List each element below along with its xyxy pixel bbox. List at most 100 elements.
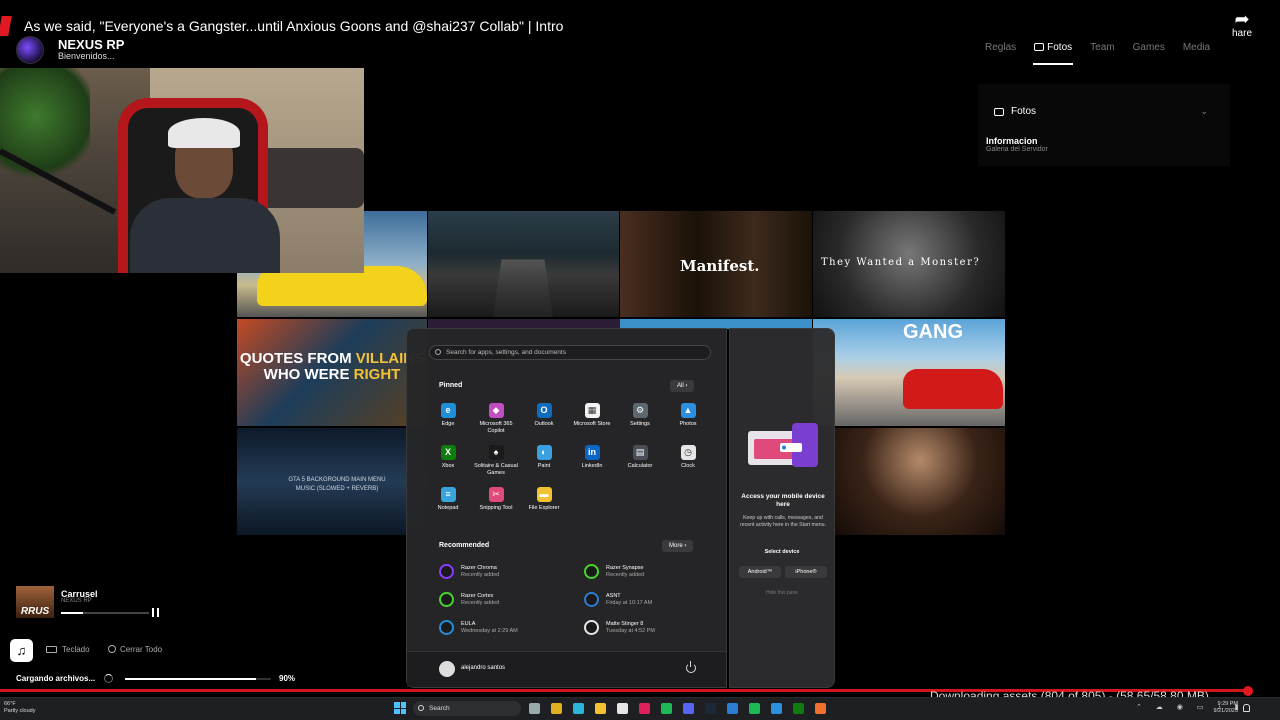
tab-media[interactable]: Media bbox=[1174, 36, 1219, 59]
gallery-thumbnail[interactable] bbox=[835, 428, 1005, 535]
recommended-item-name: Razer Cortex bbox=[461, 593, 494, 599]
edge-icon: e bbox=[440, 403, 456, 418]
pinned-app[interactable]: ≡ Notepad bbox=[424, 487, 472, 512]
car-image bbox=[903, 369, 1003, 409]
album-art: RRUS bbox=[16, 586, 54, 618]
close-all-button[interactable]: Cerrar Todo bbox=[108, 645, 162, 654]
avatar[interactable] bbox=[439, 661, 455, 677]
pinned-app-label: Settings bbox=[630, 421, 650, 427]
tab-games[interactable]: Games bbox=[1124, 36, 1174, 59]
pinned-app-label: Microsoft 365 Copilot bbox=[479, 421, 513, 434]
recommended-item-time: Friday at 10:17 AM bbox=[606, 600, 653, 606]
pinned-app[interactable]: O Outlook bbox=[520, 403, 568, 428]
xbox-icon[interactable] bbox=[793, 703, 804, 714]
gallery-thumbnail[interactable]: GANG bbox=[813, 319, 1005, 426]
gallery-thumbnail[interactable]: They Wanted a Monster? bbox=[813, 211, 1005, 317]
gallery-dropdown[interactable]: Fotos bbox=[994, 106, 1036, 117]
phone-link-panel: Access your mobile device here Keep up w… bbox=[729, 328, 835, 688]
spotify-icon[interactable] bbox=[661, 703, 672, 714]
start-search-input[interactable]: Search for apps, settings, and documents bbox=[429, 345, 711, 360]
gallery-thumbnail[interactable]: QUOTES FROM VILLAINS WHO WERE RIGHT bbox=[237, 319, 427, 426]
task-view-icon[interactable] bbox=[529, 703, 540, 714]
pinned-app[interactable]: ◐ Paint bbox=[520, 445, 568, 470]
pinned-app[interactable]: X Xbox bbox=[424, 445, 472, 470]
clock[interactable]: 9:29 PM 9/21/2025 bbox=[1208, 701, 1238, 715]
pinned-app[interactable]: ♠ Solitaire & Casual Games bbox=[472, 445, 520, 477]
pinned-app-label: Calculator bbox=[627, 463, 653, 469]
pinned-app[interactable]: ▤ Calculator bbox=[616, 445, 664, 470]
pause-icon[interactable] bbox=[152, 608, 159, 617]
recommended-item-text: Razer Synapse Recently added bbox=[606, 565, 644, 578]
power-icon[interactable] bbox=[686, 661, 696, 673]
linkedin-icon: in bbox=[584, 445, 600, 460]
pinned-app[interactable]: in LinkedIn bbox=[568, 445, 616, 470]
gallery-thumbnail[interactable] bbox=[428, 211, 619, 317]
tab-team[interactable]: Team bbox=[1081, 36, 1123, 59]
pinned-app[interactable]: ◆ Microsoft 365 Copilot bbox=[472, 403, 520, 435]
gallery-thumbnail[interactable]: Manifest. bbox=[620, 211, 812, 317]
webcam-plant bbox=[0, 68, 90, 188]
chrome-icon[interactable] bbox=[551, 703, 562, 714]
store-icon[interactable] bbox=[617, 703, 628, 714]
share-button[interactable]: ➦ hare bbox=[1222, 10, 1262, 39]
keyboard-button[interactable]: Teclado bbox=[46, 645, 90, 654]
photo-icon bbox=[1034, 43, 1045, 51]
all-apps-button[interactable]: All › bbox=[670, 380, 695, 392]
recommended-item-time: Recently added bbox=[461, 600, 500, 606]
thumbnail-caption: Manifest. bbox=[680, 257, 760, 275]
clock-icon: ◷ bbox=[680, 445, 696, 460]
steam-icon[interactable] bbox=[705, 703, 716, 714]
pinned-app[interactable]: ▲ Photos bbox=[664, 403, 712, 428]
hide-pane-link[interactable]: Hide this pane bbox=[730, 590, 834, 596]
mail-icon[interactable] bbox=[727, 703, 738, 714]
recommended-item[interactable]: Razer Synapse Recently added bbox=[584, 564, 644, 579]
spinner-icon bbox=[104, 674, 113, 683]
store-icon: ▦ bbox=[584, 403, 600, 418]
discord-icon[interactable] bbox=[683, 703, 694, 714]
pinned-app[interactable]: ✂ Snipping Tool bbox=[472, 487, 520, 512]
chevron-down-icon[interactable]: ⌄ bbox=[1200, 106, 1208, 117]
folder-icon: ▬ bbox=[536, 487, 552, 502]
user-name[interactable]: alejandro santos bbox=[461, 665, 505, 671]
bell-icon[interactable] bbox=[1243, 704, 1250, 712]
pinned-app-label: Edge bbox=[441, 421, 455, 427]
tab-reglas[interactable]: Reglas bbox=[976, 36, 1025, 59]
recommended-item[interactable]: EULA Wednesday at 2:29 AM bbox=[439, 620, 518, 635]
recommended-item[interactable]: ASNT Friday at 10:17 AM bbox=[584, 592, 652, 607]
recommended-item-text: ASNT Friday at 10:17 AM bbox=[606, 593, 652, 606]
photos-icon[interactable] bbox=[771, 703, 782, 714]
windows-start-icon[interactable] bbox=[394, 702, 406, 714]
taskbar-search[interactable]: Search bbox=[413, 701, 521, 716]
track-progress[interactable] bbox=[61, 612, 149, 614]
razer-chroma-icon bbox=[439, 564, 454, 579]
server-logo bbox=[16, 36, 44, 64]
youtube-logo bbox=[0, 16, 12, 36]
pinned-app-label: Microsoft Store bbox=[573, 421, 611, 427]
gallery-thumbnail[interactable]: GTA 5 BACKGROUND MAIN MENU MUSIC (SLOWED… bbox=[237, 428, 427, 535]
track-progress-fill bbox=[61, 612, 83, 614]
pinned-app[interactable]: e Edge bbox=[424, 403, 472, 428]
tiktok-icon[interactable] bbox=[639, 703, 650, 714]
iphone-button[interactable]: iPhone® bbox=[785, 566, 827, 578]
spotify-icon[interactable] bbox=[749, 703, 760, 714]
pinned-app[interactable]: ▦ Microsoft Store bbox=[568, 403, 616, 428]
recommended-item[interactable]: Razer Chroma Recently added bbox=[439, 564, 499, 579]
road-image bbox=[493, 259, 553, 317]
weather-widget[interactable]: 66°F Partly cloudy bbox=[4, 701, 36, 715]
pinned-app[interactable]: ⚙ Settings bbox=[616, 403, 664, 428]
pinned-app[interactable]: ◷ Clock bbox=[664, 445, 712, 470]
app-icon[interactable] bbox=[815, 703, 826, 714]
recommended-title: Recommended bbox=[439, 542, 490, 549]
android-button[interactable]: Android™ bbox=[739, 566, 781, 578]
pinned-app[interactable]: ▬ File Explorer bbox=[520, 487, 568, 512]
recommended-item[interactable]: Matte Stinger 8 Tuesday at 4:52 PM bbox=[584, 620, 655, 635]
more-button[interactable]: More › bbox=[662, 540, 694, 552]
loading-label: Cargando archivos... bbox=[16, 674, 96, 683]
music-note-button[interactable]: ♫ bbox=[10, 639, 33, 662]
pinned-app-label: Xbox bbox=[441, 463, 455, 469]
recommended-item[interactable]: Razer Cortex Recently added bbox=[439, 592, 499, 607]
tab-fotos[interactable]: Fotos bbox=[1025, 36, 1081, 65]
video-progress-handle[interactable] bbox=[1243, 686, 1253, 696]
folder-icon[interactable] bbox=[595, 703, 606, 714]
edge-icon[interactable] bbox=[573, 703, 584, 714]
